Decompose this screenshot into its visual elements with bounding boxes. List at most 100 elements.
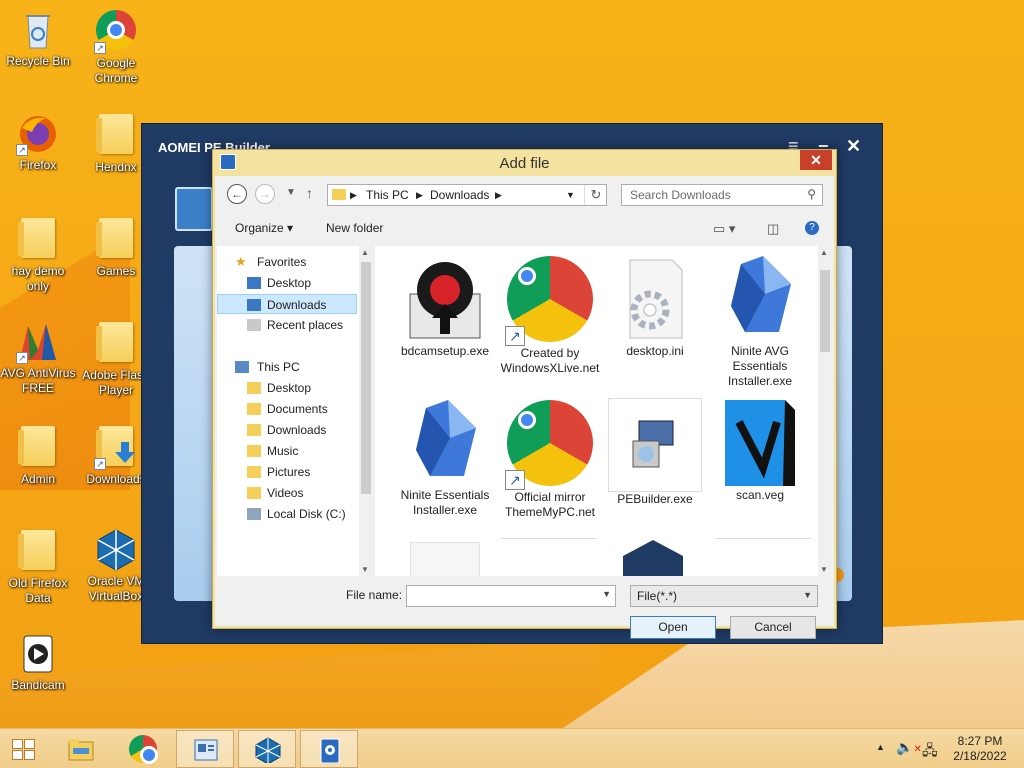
file-item[interactable]: [501, 538, 597, 576]
dialog-titlebar[interactable]: Add file ✕: [213, 150, 836, 176]
scroll-down-icon[interactable]: ▼: [361, 565, 369, 574]
file-type-select[interactable]: File(*.*) ▼: [630, 585, 818, 607]
desktop-icon: [247, 277, 261, 289]
scrollbar-thumb[interactable]: [361, 262, 371, 494]
dialog-body: ← → ▼ ↑ ▶ This PC ▶ Downloads ▶ ▼ ↻ Sear…: [215, 176, 834, 639]
file-item[interactable]: Ninite Essentials Installer.exe: [395, 398, 495, 518]
taskbar-aomei[interactable]: [300, 730, 358, 768]
scroll-down-icon[interactable]: ▼: [820, 565, 828, 574]
desktop-icon-bandicam[interactable]: Bandicam: [0, 632, 76, 693]
scrollbar-thumb[interactable]: [820, 270, 830, 352]
volume-muted-icon[interactable]: 🔈✕: [896, 739, 922, 768]
file-item[interactable]: PEBuilder.exe: [605, 398, 705, 507]
file-item[interactable]: ↗ Official mirror ThemeMyPC.net: [500, 398, 600, 520]
taskbar-chrome[interactable]: [114, 730, 172, 768]
file-name: desktop.ini: [626, 344, 684, 358]
file-list: bdcamsetup.exe ↗ Created by WindowsXLive…: [375, 246, 818, 576]
nav-pc-pictures[interactable]: Pictures: [217, 462, 357, 482]
file-name-label: File name:: [346, 588, 403, 602]
nav-fav-desktop[interactable]: Desktop: [217, 273, 357, 293]
up-button[interactable]: ↑: [306, 185, 313, 201]
virtualbox-icon: [255, 737, 281, 763]
desktop-icon-folder[interactable]: hay demo only: [0, 216, 76, 294]
organize-menu[interactable]: Organize ▾: [235, 221, 293, 235]
file-name-input[interactable]: ▼: [406, 585, 616, 607]
clock-date: 2/18/2022: [953, 749, 1007, 763]
desktop-icon-label: Recycle Bin: [6, 54, 70, 68]
cancel-button[interactable]: Cancel: [730, 616, 816, 639]
file-item[interactable]: ↗ Created by WindowsXLive.net: [500, 254, 600, 376]
recent-locations-dropdown[interactable]: ▼: [286, 187, 296, 198]
scroll-up-icon[interactable]: ▲: [820, 248, 828, 257]
network-icon[interactable]: 🖧: [922, 740, 938, 768]
nav-pc-videos[interactable]: Videos: [217, 483, 357, 503]
refresh-button[interactable]: ↻: [584, 185, 607, 205]
back-button[interactable]: ←: [227, 184, 247, 204]
nav-pc-music[interactable]: Music: [217, 441, 357, 461]
dialog-close-button[interactable]: ✕: [800, 150, 832, 170]
nav-fav-downloads[interactable]: Downloads: [217, 294, 357, 314]
address-bar[interactable]: ▶ This PC ▶ Downloads ▶ ▼ ↻: [327, 184, 607, 206]
search-icon: ⚲: [807, 187, 816, 201]
close-button[interactable]: ✕: [846, 136, 861, 157]
nav-favorites[interactable]: ★ Favorites: [217, 252, 357, 272]
nav-label: Downloads: [267, 423, 327, 437]
taskbar-virtualbox[interactable]: [238, 730, 296, 768]
control-panel-icon: [194, 739, 218, 761]
nav-this-pc[interactable]: This PC: [217, 357, 357, 377]
desktop-icon-avg[interactable]: ↗ AVG AntiVirus FREE: [0, 320, 76, 396]
address-dropdown-icon[interactable]: ▼: [566, 190, 575, 200]
desktop-icon-recycle-bin[interactable]: Recycle Bin: [0, 8, 76, 69]
download-arrow-icon: [115, 442, 135, 463]
open-button[interactable]: Open: [630, 616, 716, 639]
clock-time: 8:27 PM: [957, 734, 1003, 748]
nav-pc-desktop[interactable]: Desktop: [217, 378, 357, 398]
desktop-icon-folder[interactable]: Admin: [0, 424, 76, 487]
file-list-scrollbar[interactable]: ▲ ▼: [818, 246, 832, 576]
aomei-logo-icon: [175, 187, 213, 231]
nav-label: Pictures: [267, 465, 311, 479]
file-item[interactable]: [623, 540, 683, 576]
folder-icon: [96, 114, 133, 154]
taskbar-file-explorer[interactable]: [52, 730, 110, 768]
file-item[interactable]: [410, 542, 480, 576]
tray-chevron-up-icon[interactable]: ▲: [876, 742, 885, 768]
preview-pane-icon[interactable]: ◫: [767, 221, 779, 237]
navigation-pane: ★ Favorites Desktop Downloads Recent pla…: [217, 246, 361, 576]
nav-pc-downloads[interactable]: Downloads: [217, 420, 357, 440]
new-folder-button[interactable]: New folder: [326, 221, 383, 235]
nav-pc-documents[interactable]: Documents: [217, 399, 357, 419]
clock[interactable]: 8:27 PM 2/18/2022: [952, 729, 1008, 768]
file-item[interactable]: [715, 538, 811, 576]
desktop-icon-firefox[interactable]: ↗ Firefox: [0, 112, 76, 173]
pebuilder-icon: [608, 398, 702, 492]
navigation-scrollbar[interactable]: ▲ ▼: [359, 246, 373, 576]
settings-file-icon: [610, 254, 700, 344]
file-item[interactable]: bdcamsetup.exe: [395, 254, 495, 359]
taskbar-control-panel[interactable]: [176, 730, 234, 768]
shortcut-arrow-icon: ↗: [16, 144, 28, 156]
command-bar: Organize ▾ New folder ▭ ▾ ◫ ?: [215, 214, 834, 242]
breadcrumb-this-pc[interactable]: This PC: [366, 188, 409, 202]
file-item[interactable]: Ninite AVG Essentials Installer.exe: [710, 254, 810, 389]
file-item[interactable]: desktop.ini: [605, 254, 705, 359]
star-icon: ★: [235, 254, 247, 269]
desktop-icon-folder[interactable]: Old Firefox Data: [0, 528, 76, 606]
nav-label: Local Disk (C:): [267, 507, 346, 521]
nav-pc-local-disk[interactable]: Local Disk (C:): [217, 504, 357, 524]
forward-button[interactable]: →: [255, 184, 275, 204]
file-item[interactable]: scan.veg: [710, 398, 810, 503]
desktop-icon-chrome[interactable]: ↗ Google Chrome: [78, 8, 154, 86]
folder-icon: [332, 188, 346, 203]
breadcrumb-downloads[interactable]: Downloads: [430, 188, 489, 202]
windows-logo-icon: [12, 739, 36, 761]
scroll-up-icon[interactable]: ▲: [361, 248, 369, 257]
view-icon[interactable]: ▭ ▾: [713, 221, 735, 237]
start-button[interactable]: [0, 730, 48, 768]
bandicam-setup-icon: [400, 254, 490, 344]
chevron-down-icon[interactable]: ▼: [602, 589, 611, 599]
nav-fav-recent-places[interactable]: Recent places: [217, 315, 357, 335]
help-icon[interactable]: ?: [805, 221, 819, 235]
search-input[interactable]: Search Downloads ⚲: [621, 184, 823, 206]
nav-label: Documents: [267, 402, 328, 416]
